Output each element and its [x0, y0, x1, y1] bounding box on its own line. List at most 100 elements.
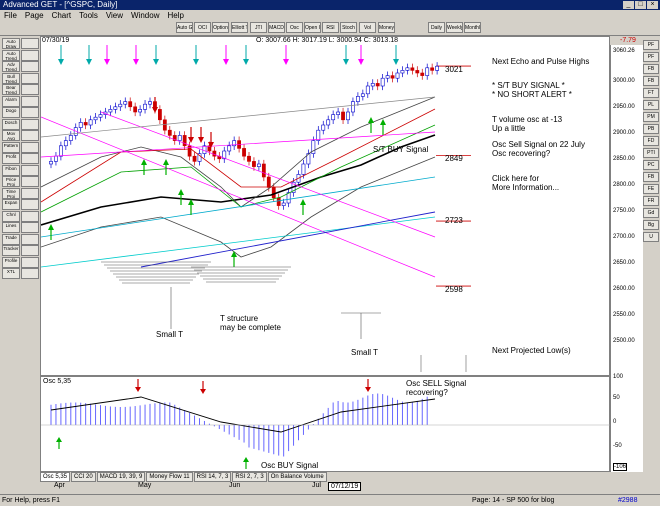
tool-dogo-button[interactable]: Dogo — [2, 107, 20, 118]
tab-1[interactable]: CCI 20 — [71, 472, 96, 482]
toolbar-stoch-button[interactable]: Stoch — [340, 22, 357, 33]
tool-chnl-button[interactable]: Chnl — [2, 210, 20, 222]
tab-0[interactable]: Osc 5,35 — [40, 472, 71, 482]
tab-4[interactable]: RSI 14, 7, 3 — [193, 472, 232, 482]
tool-pattern-button[interactable]: Pattern — [2, 141, 20, 153]
right-tool-pl-button[interactable]: PL — [643, 100, 659, 110]
toolbar-rsi-button[interactable]: RSI — [322, 22, 339, 33]
toolbar-money-flow-button[interactable]: Money Flow — [378, 22, 395, 33]
right-tool-bg-button[interactable]: Bg — [643, 220, 659, 230]
toolbar-vol-button[interactable]: Vol — [359, 22, 376, 33]
ann-click-here[interactable]: Click here for — [492, 174, 539, 183]
tool-icon[interactable] — [21, 49, 39, 61]
oscillator-pane[interactable]: Osc 5,35 Osc SELL Signal recovering? Osc… — [40, 376, 611, 472]
time-arrow-head — [358, 59, 364, 65]
candle-body — [395, 72, 400, 79]
tool-icon[interactable] — [21, 268, 39, 279]
tool-icon[interactable] — [21, 210, 39, 222]
tool-tracker-button[interactable]: Tracker — [2, 245, 20, 256]
right-tool-pb-button[interactable]: PB — [643, 124, 659, 134]
candle-body — [123, 101, 128, 105]
tool-trade-button[interactable]: Trade — [2, 233, 20, 245]
toolbar-macd-button[interactable]: MACD — [268, 22, 285, 33]
tool-icon[interactable] — [21, 256, 39, 268]
right-tool-ft-button[interactable]: FT — [643, 88, 659, 98]
tool-alarm-button[interactable]: Alarm — [2, 95, 20, 107]
tool-icon[interactable] — [21, 61, 39, 72]
price-axis: 3060.26 3000.00 2950.00 2900.00 2850.00 2800… — [610, 45, 643, 376]
tool-profile-button[interactable]: Profile — [2, 256, 20, 268]
tool-adv-trend-button[interactable]: Adv Trend — [2, 61, 20, 72]
tool-icon[interactable] — [21, 222, 39, 233]
tool-lines-button[interactable]: Lines — [2, 222, 20, 233]
tool-xtl-button[interactable]: XTL — [2, 268, 20, 279]
maximize-button[interactable]: □ — [635, 1, 646, 9]
right-tool-fr-button[interactable]: FR — [643, 196, 659, 206]
tool-icon[interactable] — [21, 107, 39, 118]
tool-icon[interactable] — [21, 153, 39, 164]
menu-file[interactable]: File — [4, 10, 17, 21]
tool-auto-draw-button[interactable]: Auto Draw — [2, 38, 20, 49]
tool-price-proj-button[interactable]: Price Proj — [2, 176, 20, 187]
right-tool-u-button[interactable]: U — [643, 232, 659, 242]
right-tool-gd-button[interactable]: Gd — [643, 208, 659, 218]
toolbar-jti-button[interactable]: JTI — [250, 22, 267, 33]
menu-page[interactable]: Page — [25, 10, 44, 21]
toolbar-weekly-button[interactable]: Weekly — [446, 22, 463, 33]
tool-profit-button[interactable]: Profit — [2, 153, 20, 164]
tool-icon[interactable] — [21, 164, 39, 176]
tool-icon[interactable] — [21, 141, 39, 153]
tool-bear-trend-button[interactable]: Bear Trend — [2, 84, 20, 95]
right-tool-fb-button[interactable]: FB — [643, 76, 659, 86]
tool-time-proj-button[interactable]: Time Proj — [2, 187, 20, 199]
toolbar-auto-get-button[interactable]: Auto GET — [176, 22, 193, 33]
tool-bull-trend-button[interactable]: Bull Trend — [2, 72, 20, 84]
ann-no-short: * NO SHORT ALERT * — [492, 90, 572, 99]
ann-more-info[interactable]: More Information... — [492, 183, 559, 192]
right-tool-fd-button[interactable]: FD — [643, 136, 659, 146]
tool-icon[interactable] — [21, 233, 39, 245]
toolbar-daily-button[interactable]: Daily — [428, 22, 445, 33]
toolbar-elliott-trig-button[interactable]: Elliott Trig — [231, 22, 248, 33]
tab-3[interactable]: Money Flow 11 — [146, 472, 193, 482]
candle-body — [435, 65, 440, 71]
tab-2[interactable]: MACD 19, 39, 9 — [96, 472, 146, 482]
right-tool-pti-button[interactable]: PTI — [643, 148, 659, 158]
tool-icon[interactable] — [21, 199, 39, 210]
tool-icon[interactable] — [21, 245, 39, 256]
right-tool-pc-button[interactable]: PC — [643, 160, 659, 170]
tool-auto-trend-button[interactable]: Auto Trend — [2, 49, 20, 61]
toolbar-open-int-button[interactable]: Open Int — [304, 22, 321, 33]
right-tool-fb-button[interactable]: FB — [643, 172, 659, 182]
tool-icon[interactable] — [21, 176, 39, 187]
menu-help[interactable]: Help — [167, 10, 183, 21]
right-tool-fb-button[interactable]: FB — [643, 64, 659, 74]
tool-expan-button[interactable]: Expan — [2, 199, 20, 210]
tab-5[interactable]: RSI 2, 7, 3 — [232, 472, 267, 482]
toolbar-monthly-button[interactable]: Monthly — [464, 22, 481, 33]
tool-icon[interactable] — [21, 130, 39, 141]
close-button[interactable]: × — [647, 1, 658, 9]
tool-icon[interactable] — [21, 95, 39, 107]
menu-window[interactable]: Window — [131, 10, 159, 21]
minimize-button[interactable]: _ — [623, 1, 634, 9]
tool-icon[interactable] — [21, 118, 39, 130]
toolbar-oci-button[interactable]: OCI — [194, 22, 211, 33]
right-tool-pm-button[interactable]: PM — [643, 112, 659, 122]
right-tool-fe-button[interactable]: FE — [643, 184, 659, 194]
toolbar-option-button[interactable]: Option — [212, 22, 229, 33]
right-tool-pf-button[interactable]: PF — [643, 52, 659, 62]
tool-icon[interactable] — [21, 38, 39, 49]
tool-dosch-button[interactable]: Dosch — [2, 118, 20, 130]
menu-view[interactable]: View — [106, 10, 123, 21]
tool-icon[interactable] — [21, 84, 39, 95]
tool-fibon-button[interactable]: Fibon — [2, 164, 20, 176]
right-tool-pf-button[interactable]: PF — [643, 40, 659, 50]
menu-chart[interactable]: Chart — [52, 10, 72, 21]
tool-mov-avg-button[interactable]: Mov Avg — [2, 130, 20, 141]
tool-icon[interactable] — [21, 187, 39, 199]
tool-icon[interactable] — [21, 72, 39, 84]
tab-6[interactable]: On Balance Volume — [267, 472, 327, 482]
toolbar-osc-button[interactable]: Osc — [286, 22, 303, 33]
menu-tools[interactable]: Tools — [79, 10, 98, 21]
